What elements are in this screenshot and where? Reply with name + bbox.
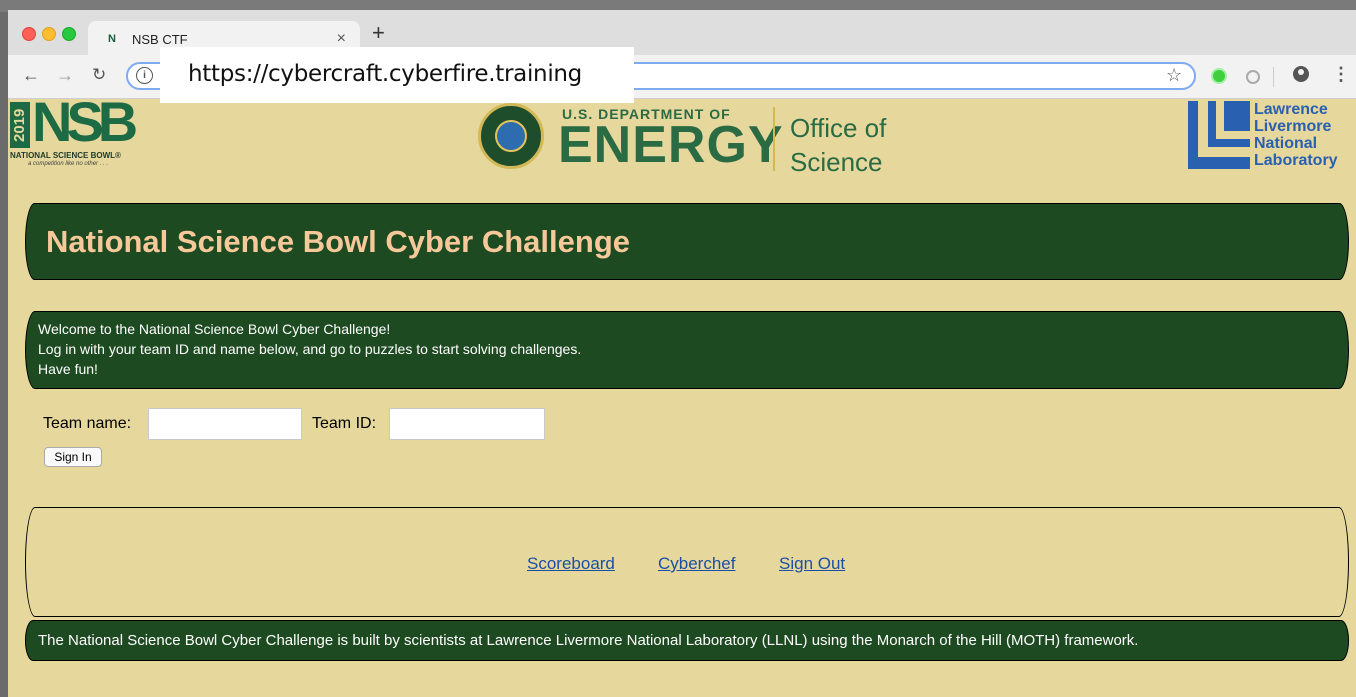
profile-avatar-icon[interactable]: [1293, 66, 1309, 82]
back-arrow-icon[interactable]: ←: [22, 65, 40, 85]
nav-box: Scoreboard Cyberchef Sign Out: [25, 507, 1349, 617]
team-id-label: Team ID:: [312, 415, 377, 432]
nsb-name: NATIONAL SCIENCE BOWL®: [10, 151, 121, 160]
welcome-line-3: Have fun!: [38, 361, 98, 377]
nsb-tagline: a competition like no other . . .: [28, 161, 109, 167]
extension-green-icon[interactable]: [1213, 70, 1225, 82]
desktop-background-left: [0, 0, 8, 697]
browser-window: N NSB CTF × + ← → ↻ i ☆ ⋮ 2019 NSB NATIO…: [8, 10, 1356, 697]
title-banner: National Science Bowl Cyber Challenge: [25, 203, 1349, 280]
footer-banner: The National Science Bowl Cyber Challeng…: [25, 620, 1349, 661]
forward-arrow-icon[interactable]: →: [56, 65, 74, 85]
sign-out-link[interactable]: Sign Out: [779, 554, 845, 574]
llnl-line-3: National: [1254, 135, 1318, 152]
url-overlay[interactable]: https://cybercraft.cyberfire.training: [160, 47, 634, 103]
close-tab-icon[interactable]: ×: [337, 30, 346, 48]
footer-text: The National Science Bowl Cyber Challeng…: [38, 632, 1139, 649]
doe-divider: [773, 107, 775, 171]
team-name-label: Team name:: [43, 415, 132, 432]
llnl-line-2: Livermore: [1254, 118, 1332, 135]
sign-in-button[interactable]: Sign In: [44, 447, 102, 467]
site-info-icon[interactable]: i: [136, 67, 153, 84]
llnl-line-1: Lawrence: [1254, 101, 1328, 118]
nsb-letters: NSB: [32, 90, 138, 153]
team-name-input[interactable]: [148, 408, 302, 440]
window-minimize-button[interactable]: [42, 27, 56, 41]
window-maximize-button[interactable]: [62, 27, 76, 41]
welcome-line-2: Log in with your team ID and name below,…: [38, 341, 582, 357]
nsb-logo: 2019 NSB NATIONAL SCIENCE BOWL® a compet…: [10, 92, 160, 173]
page-content: 2019 NSB NATIONAL SCIENCE BOWL® a compet…: [8, 92, 1356, 697]
window-close-button[interactable]: [22, 27, 36, 41]
doe-office-text: Office of Science: [790, 111, 886, 179]
url-text: https://cybercraft.cyberfire.training: [188, 61, 582, 87]
cyberchef-link[interactable]: Cyberchef: [658, 554, 735, 574]
welcome-line-1: Welcome to the National Science Bowl Cyb…: [38, 321, 391, 337]
toolbar-separator: [1273, 67, 1274, 87]
doe-office-line-1: Office of: [790, 113, 887, 143]
llnl-text: Lawrence Livermore National Laboratory: [1254, 101, 1356, 169]
bookmark-star-icon[interactable]: ☆: [1166, 65, 1182, 86]
reload-icon[interactable]: ↻: [92, 65, 106, 85]
page-title: National Science Bowl Cyber Challenge: [46, 224, 630, 259]
tab-title: NSB CTF: [132, 32, 188, 47]
welcome-banner: Welcome to the National Science Bowl Cyb…: [25, 311, 1349, 389]
team-id-input[interactable]: [389, 408, 545, 440]
llnl-mark-icon: [1188, 101, 1250, 169]
scoreboard-link[interactable]: Scoreboard: [527, 554, 615, 574]
new-tab-icon[interactable]: +: [372, 22, 385, 44]
nsb-favicon-icon: N: [108, 33, 116, 45]
doe-seal-center: [495, 120, 527, 152]
more-menu-icon[interactable]: ⋮: [1332, 64, 1350, 85]
doe-seal-icon: [478, 103, 544, 169]
llnl-line-4: Laboratory: [1254, 152, 1338, 169]
doe-office-line-2: Science: [790, 147, 883, 177]
doe-energy-text: ENERGY: [558, 116, 784, 174]
llnl-logo: Lawrence Livermore National Laboratory: [1188, 101, 1356, 173]
extension-grey-icon[interactable]: [1246, 70, 1260, 84]
nsb-year: 2019: [10, 102, 30, 148]
